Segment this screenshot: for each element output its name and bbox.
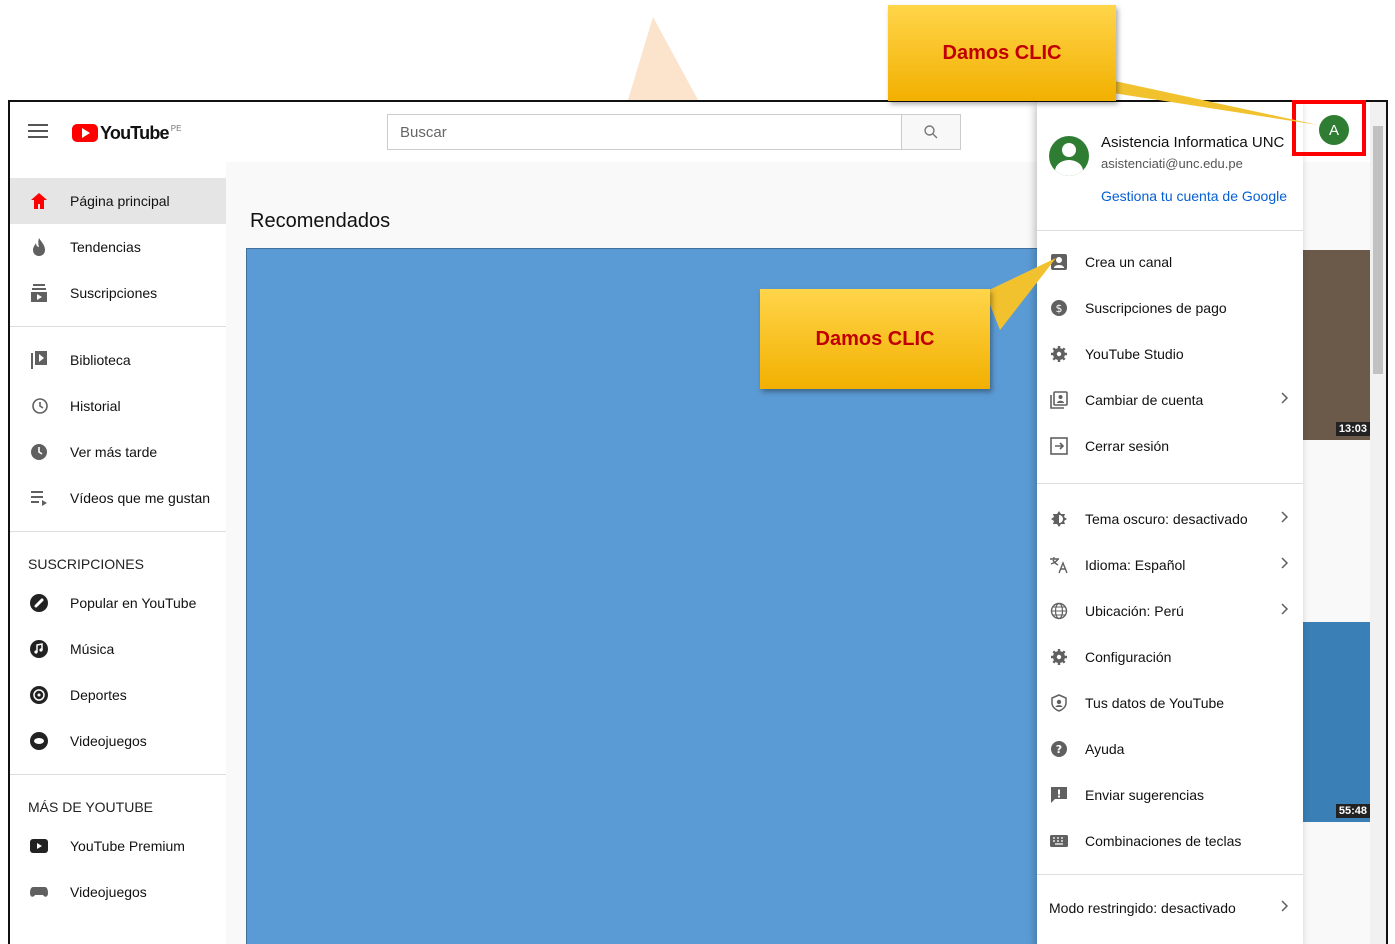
middle-callout-pointer <box>985 258 1056 330</box>
callout-top: Damos CLIC <box>888 5 1116 101</box>
callout-pointers <box>985 80 1318 330</box>
callout-middle: Damos CLIC <box>760 289 990 389</box>
